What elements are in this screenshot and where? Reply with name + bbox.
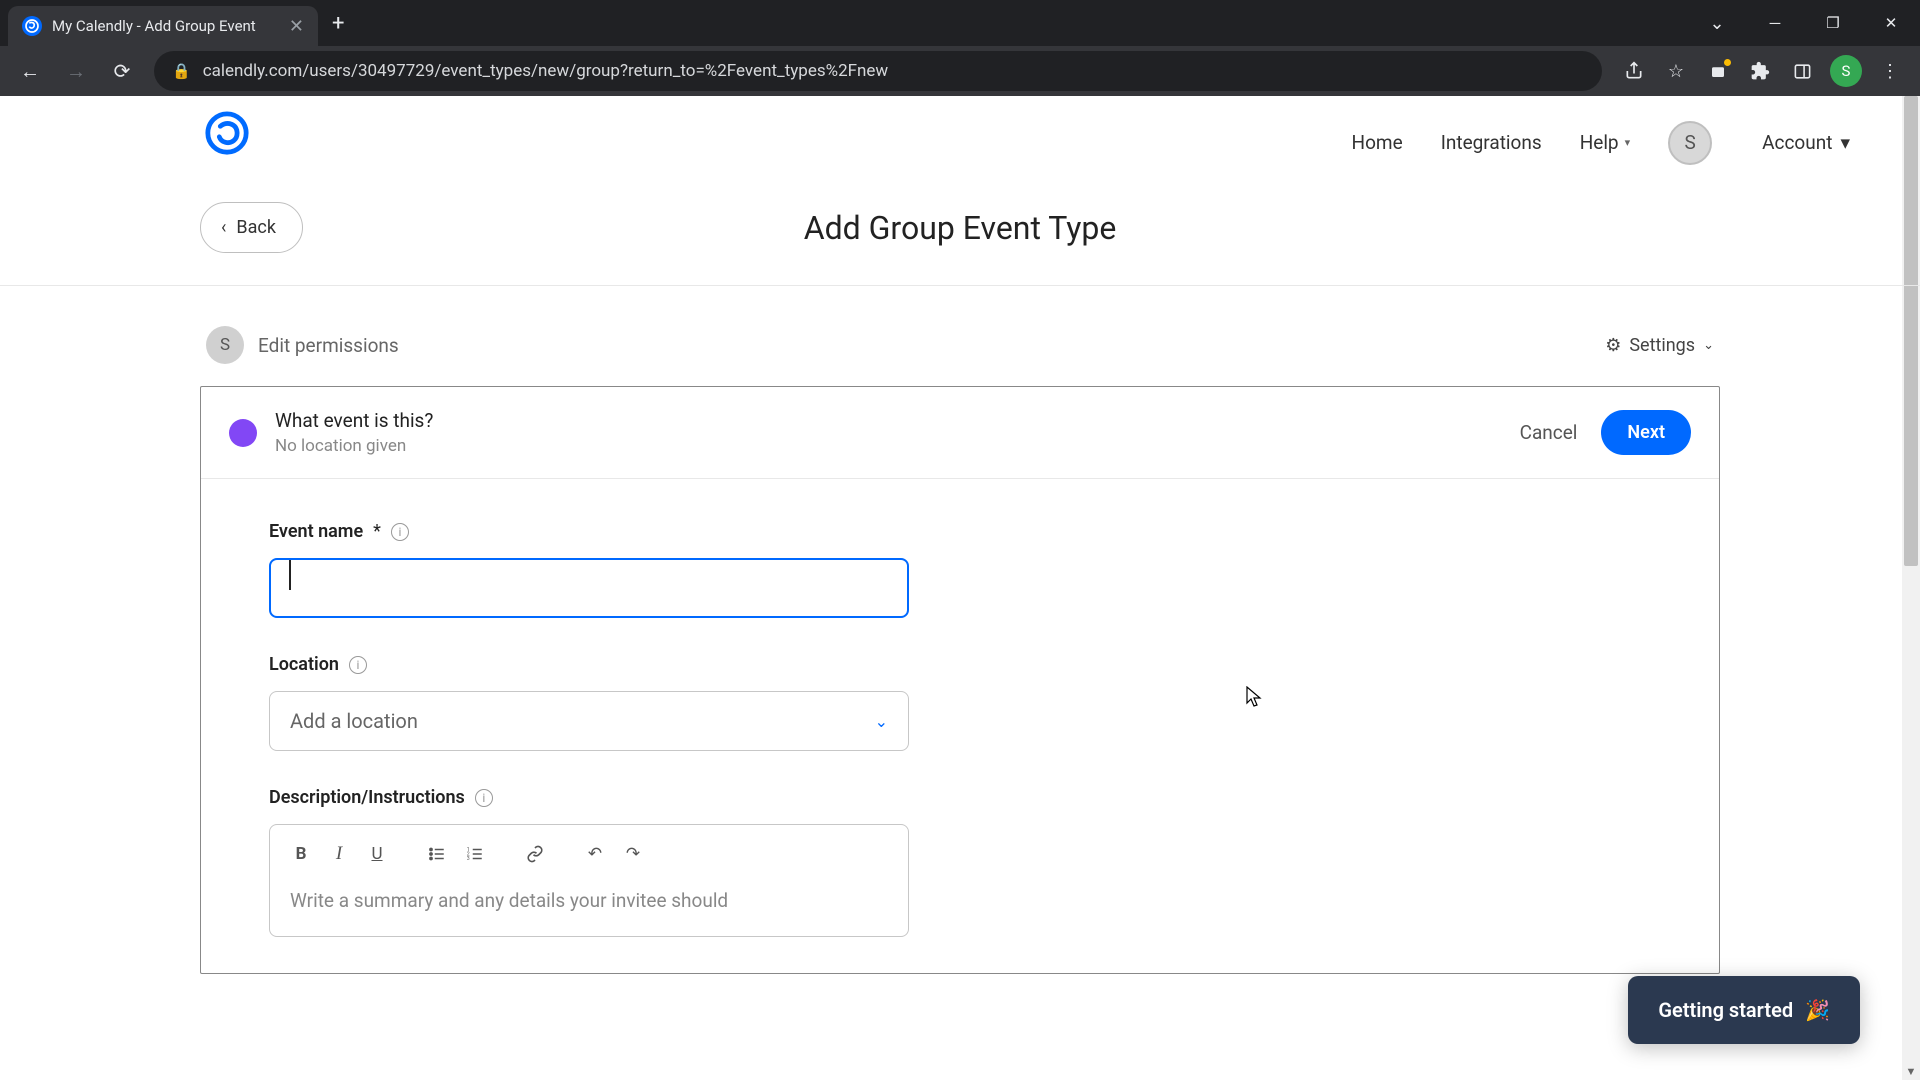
description-placeholder: Write a summary and any details your inv…: [270, 883, 908, 936]
maximize-window-icon[interactable]: ❐: [1804, 0, 1862, 46]
next-button[interactable]: Next: [1601, 410, 1691, 455]
rte-toolbar: B I U 123: [270, 825, 908, 883]
minimize-window-icon[interactable]: ─: [1746, 0, 1804, 46]
description-editor[interactable]: B I U 123: [269, 824, 909, 937]
location-placeholder: Add a location: [290, 709, 418, 733]
chevron-down-icon: ⌄: [1703, 338, 1714, 353]
link-icon[interactable]: [518, 837, 552, 871]
event-form-card: What event is this? No location given Ca…: [200, 386, 1720, 974]
calendly-favicon: [22, 16, 42, 36]
page-title: Add Group Event Type: [804, 209, 1117, 247]
bold-icon[interactable]: B: [284, 837, 318, 871]
svg-text:3: 3: [467, 856, 470, 862]
event-name-input[interactable]: [269, 558, 909, 618]
event-name-label: Event name: [269, 521, 363, 542]
card-question: What event is this?: [275, 409, 433, 432]
info-icon[interactable]: i: [349, 656, 367, 674]
nav-help-label: Help: [1580, 131, 1619, 154]
chevron-down-icon: ▾: [1840, 131, 1850, 154]
side-panel-icon[interactable]: [1782, 51, 1822, 91]
location-label: Location: [269, 654, 339, 675]
underline-icon[interactable]: U: [360, 837, 394, 871]
new-tab-button[interactable]: +: [318, 11, 358, 36]
back-button-label: Back: [236, 217, 276, 238]
text-cursor: [289, 560, 291, 590]
bullet-list-icon[interactable]: [420, 837, 454, 871]
chevron-down-icon: ⌄: [875, 712, 888, 731]
gear-icon: ⚙: [1605, 335, 1621, 356]
browser-profile-avatar[interactable]: S: [1830, 55, 1862, 87]
chevron-left-icon: ‹: [221, 217, 226, 238]
chevron-down-icon: ▾: [1625, 136, 1631, 149]
tab-close-icon[interactable]: ✕: [289, 16, 304, 37]
undo-icon[interactable]: ↶: [578, 837, 612, 871]
required-indicator: *: [373, 521, 381, 542]
getting-started-label: Getting started: [1658, 998, 1793, 1022]
calendly-logo[interactable]: [204, 110, 250, 156]
tabs-dropdown-icon[interactable]: ⌄: [1688, 0, 1746, 46]
tab-title: My Calendly - Add Group Event: [52, 17, 279, 35]
party-popper-icon: 🎉: [1805, 998, 1830, 1022]
event-color-dot: [229, 419, 257, 447]
close-window-icon[interactable]: ✕: [1862, 0, 1920, 46]
user-avatar[interactable]: S: [1668, 121, 1712, 165]
location-select[interactable]: Add a location ⌄: [269, 691, 909, 751]
description-label: Description/Instructions: [269, 787, 465, 808]
url-text: calendly.com/users/30497729/event_types/…: [203, 61, 1584, 81]
info-icon[interactable]: i: [391, 523, 409, 541]
browser-tab[interactable]: My Calendly - Add Group Event ✕: [8, 6, 318, 46]
nav-account-label: Account: [1762, 131, 1832, 154]
getting-started-widget[interactable]: Getting started 🎉: [1628, 976, 1860, 1044]
bookmark-star-icon[interactable]: ☆: [1656, 51, 1696, 91]
nav-integrations[interactable]: Integrations: [1441, 131, 1542, 154]
permissions-avatar: S: [206, 326, 244, 364]
card-subtitle: No location given: [275, 436, 433, 456]
extension-badge-icon[interactable]: [1698, 51, 1738, 91]
reload-icon[interactable]: ⟳: [102, 51, 142, 91]
numbered-list-icon[interactable]: 123: [458, 837, 492, 871]
back-nav-icon[interactable]: ←: [10, 51, 50, 91]
settings-label: Settings: [1629, 335, 1695, 356]
cancel-button[interactable]: Cancel: [1520, 421, 1578, 444]
italic-icon[interactable]: I: [322, 837, 356, 871]
scrollbar-down-arrow-icon[interactable]: ▼: [1902, 1062, 1920, 1080]
nav-account[interactable]: Account ▾: [1762, 131, 1850, 154]
nav-help[interactable]: Help ▾: [1580, 131, 1630, 154]
info-icon[interactable]: i: [475, 789, 493, 807]
nav-home[interactable]: Home: [1352, 131, 1403, 154]
browser-menu-icon[interactable]: ⋮: [1870, 51, 1910, 91]
lock-icon: 🔒: [172, 62, 191, 80]
extensions-puzzle-icon[interactable]: [1740, 51, 1780, 91]
address-bar[interactable]: 🔒 calendly.com/users/30497729/event_type…: [154, 51, 1602, 91]
edit-permissions-link[interactable]: Edit permissions: [258, 334, 399, 357]
redo-icon[interactable]: ↷: [616, 837, 650, 871]
forward-nav-icon: →: [56, 51, 96, 91]
share-icon[interactable]: [1614, 51, 1654, 91]
back-button[interactable]: ‹ Back: [200, 202, 303, 253]
settings-dropdown[interactable]: ⚙ Settings ⌄: [1605, 335, 1714, 356]
scrollbar-thumb[interactable]: [1904, 96, 1918, 566]
